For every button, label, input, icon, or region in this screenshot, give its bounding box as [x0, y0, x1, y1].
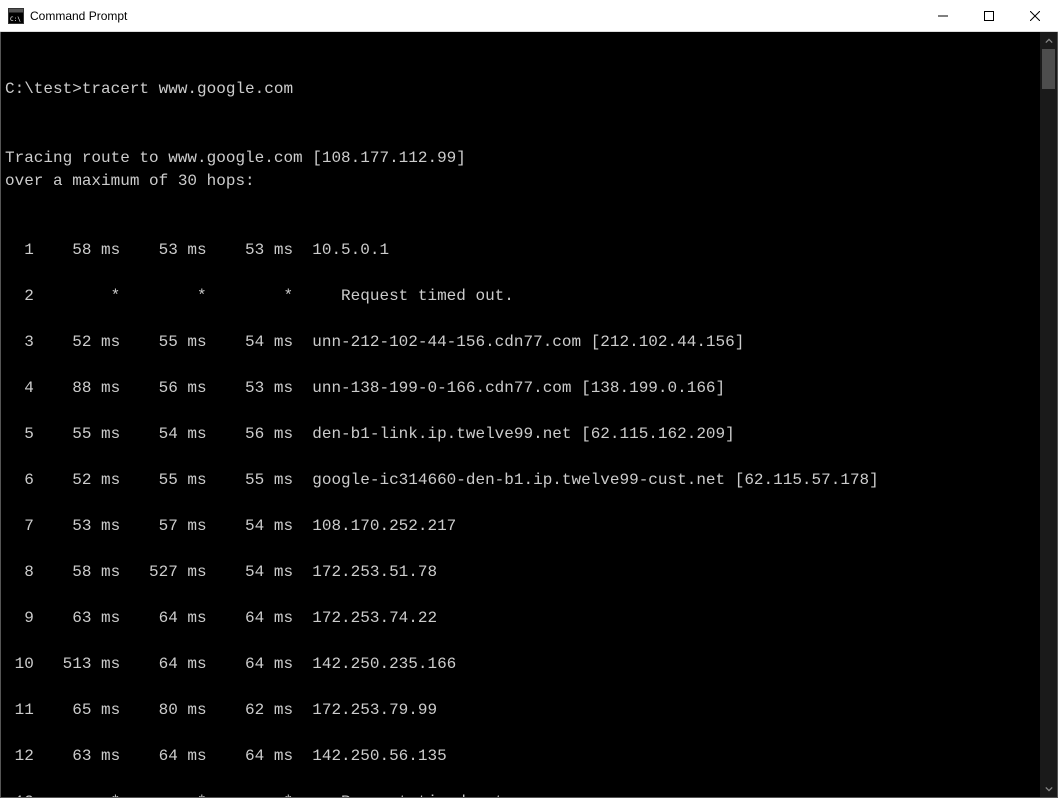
hop-row: 11 65 ms 80 ms 62 ms 172.253.79.99: [5, 699, 1036, 722]
scrollbar[interactable]: [1040, 32, 1057, 797]
scroll-down-button[interactable]: [1040, 780, 1057, 797]
hops-list: 1 58 ms 53 ms 53 ms 10.5.0.1 2 * * * Req…: [5, 239, 1036, 797]
hop-row: 8 58 ms 527 ms 54 ms 172.253.51.78: [5, 561, 1036, 584]
prompt-line: C:\test>tracert www.google.com: [5, 80, 293, 98]
minimize-button[interactable]: [920, 0, 966, 31]
cmd-icon: [8, 8, 24, 24]
terminal[interactable]: C:\test>tracert www.google.com Tracing r…: [1, 32, 1040, 797]
hop-row: 3 52 ms 55 ms 54 ms unn-212-102-44-156.c…: [5, 331, 1036, 354]
maximize-button[interactable]: [966, 0, 1012, 31]
hop-row: 10 513 ms 64 ms 64 ms 142.250.235.166: [5, 653, 1036, 676]
hop-row: 6 52 ms 55 ms 55 ms google-ic314660-den-…: [5, 469, 1036, 492]
hop-row: 9 63 ms 64 ms 64 ms 172.253.74.22: [5, 607, 1036, 630]
prompt: C:\test>: [5, 80, 82, 98]
close-button[interactable]: [1012, 0, 1058, 31]
scroll-thumb[interactable]: [1042, 49, 1055, 89]
window-controls: [920, 0, 1058, 31]
titlebar[interactable]: Command Prompt: [0, 0, 1058, 32]
command-text: tracert www.google.com: [82, 80, 293, 98]
hop-row: 12 63 ms 64 ms 64 ms 142.250.56.135: [5, 745, 1036, 768]
scroll-track[interactable]: [1040, 49, 1057, 780]
hop-row: 13 * * * Request timed out.: [5, 791, 1036, 797]
tracing-header-2: over a maximum of 30 hops:: [5, 172, 255, 190]
hop-row: 7 53 ms 57 ms 54 ms 108.170.252.217: [5, 515, 1036, 538]
window-title: Command Prompt: [30, 9, 920, 23]
hop-row: 5 55 ms 54 ms 56 ms den-b1-link.ip.twelv…: [5, 423, 1036, 446]
scroll-up-button[interactable]: [1040, 32, 1057, 49]
terminal-area: C:\test>tracert www.google.com Tracing r…: [0, 32, 1058, 798]
hop-row: 4 88 ms 56 ms 53 ms unn-138-199-0-166.cd…: [5, 377, 1036, 400]
tracing-header-1: Tracing route to www.google.com [108.177…: [5, 149, 466, 167]
hop-row: 1 58 ms 53 ms 53 ms 10.5.0.1: [5, 239, 1036, 262]
hop-row: 2 * * * Request timed out.: [5, 285, 1036, 308]
